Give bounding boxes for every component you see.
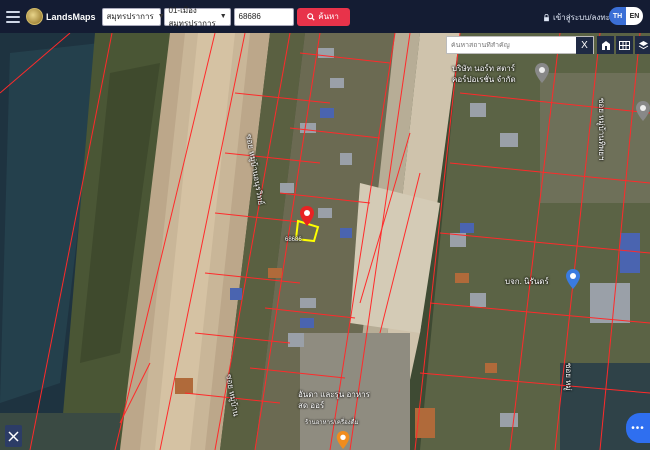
parcel-number-input[interactable]: 68686 xyxy=(233,7,294,26)
road-label: ซอย หมู่บ้านทิพยฯ xyxy=(597,98,606,161)
district-select[interactable]: 01-เมืองสมุทรปราการ ▼ xyxy=(163,6,231,28)
building-icon xyxy=(601,40,610,50)
parcel-marker-icon[interactable] xyxy=(300,206,314,226)
layers-icon xyxy=(638,40,649,49)
poi-marker-icon[interactable] xyxy=(636,101,650,121)
search-button[interactable]: ค้นหา xyxy=(296,7,350,26)
chevron-down-icon: ▼ xyxy=(219,13,227,20)
province-select[interactable]: สมุทรปราการ ▼ xyxy=(101,7,165,26)
province-select-value: สมุทรปราการ xyxy=(106,12,154,21)
tools-button[interactable] xyxy=(5,425,22,447)
parcel-label: 68686 xyxy=(285,237,302,243)
poi-marker-icon[interactable] xyxy=(535,63,549,83)
road-label: ซอย หมู่ xyxy=(564,363,573,391)
grid-icon xyxy=(619,40,630,50)
lang-en-button[interactable]: EN xyxy=(626,7,643,25)
poi-sub-label: ร้านอาหาร/เครื่องดื่ม xyxy=(305,420,359,426)
poi-marker-icon[interactable] xyxy=(566,269,580,289)
restaurant-marker-icon[interactable] xyxy=(336,431,350,449)
satellite-map xyxy=(0,33,650,450)
tools-icon xyxy=(8,430,19,442)
district-select-value: 01-เมืองสมุทรปราการ xyxy=(168,5,216,28)
poi-label: อันดา และรุน อาหาร สด ออร์ xyxy=(298,390,370,410)
app-logo xyxy=(26,8,43,25)
company-label: บริษัท นอร์ท สตาร์ คอร์ปอเรชั่น จำกัด xyxy=(452,64,516,84)
building-button[interactable] xyxy=(597,36,614,54)
place-search-box: X xyxy=(446,36,594,54)
menu-icon[interactable] xyxy=(6,10,20,23)
layers-button[interactable] xyxy=(635,36,650,54)
map-tools xyxy=(597,36,650,54)
more-options-button[interactable]: ••• xyxy=(626,413,650,443)
grid-button[interactable] xyxy=(616,36,633,54)
lock-icon xyxy=(544,13,549,21)
language-toggle: TH EN xyxy=(609,7,643,25)
poi-label: บจก. นิรันดร์ xyxy=(505,277,549,286)
search-button-label: ค้นหา xyxy=(318,12,339,21)
app-name: LandsMaps xyxy=(46,11,96,22)
place-search-input[interactable] xyxy=(447,41,583,49)
search-icon xyxy=(307,12,315,21)
lang-th-button[interactable]: TH xyxy=(609,7,626,25)
map-view[interactable]: ซอย หมู่บ้านอนุรวิทย์ ซอย หมู่บ้าน ซอย ห… xyxy=(0,33,650,450)
close-button[interactable]: X xyxy=(576,37,593,54)
